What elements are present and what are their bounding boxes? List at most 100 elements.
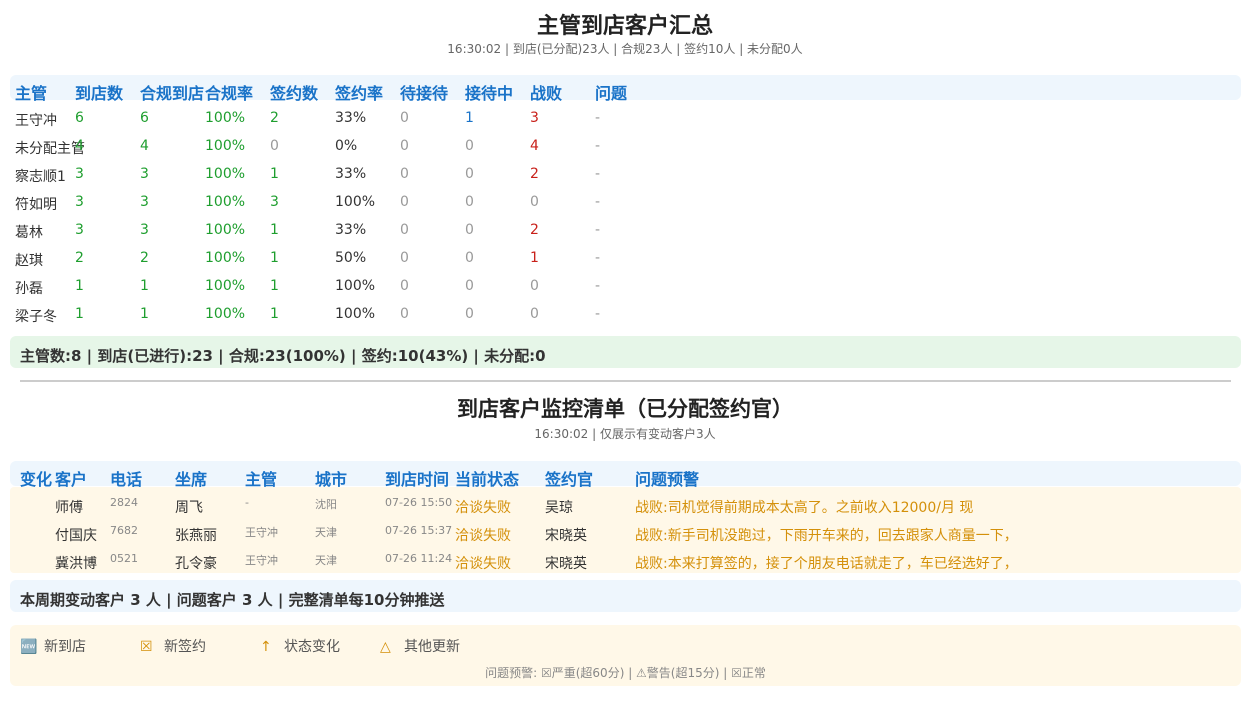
cell-agent: 孔令豪 bbox=[175, 556, 217, 572]
cell-arrivals: 3 bbox=[75, 166, 84, 182]
summary-table-header: 主管 到店数 合规到店 合规率 签约数 签约率 待接待 接待中 战败 问题 bbox=[10, 75, 1241, 103]
table-row[interactable]: 冀洪博 0521 孔令豪 王守冲 天津 07-26 11:24 洽谈失败 宋晓英 战败:本来打算… bbox=[10, 546, 1241, 574]
cell-status: 洽谈失败 bbox=[455, 500, 511, 516]
cell-sign-officer: 吴琼 bbox=[545, 500, 573, 516]
cell-compliance-rate: 100% bbox=[205, 166, 246, 182]
cell-compliant: 3 bbox=[140, 194, 149, 210]
cell-arrivals: 2 bbox=[75, 250, 84, 266]
monitor-footer: 本周期变动客户 3 人 | 问题客户 3 人 | 完整清单每10分钟推送 bbox=[20, 591, 445, 609]
cell-sign-rate: 33% bbox=[335, 110, 367, 126]
table-row[interactable]: 孙磊 1 1 100% 1 100% 0 0 0 - bbox=[10, 272, 1241, 300]
cell-compliance-rate: 100% bbox=[205, 222, 246, 238]
cell-arrivals: 3 bbox=[75, 194, 84, 210]
cell-lost: 0 bbox=[530, 194, 539, 210]
cell-phone: 7682 bbox=[110, 524, 138, 537]
table-row[interactable]: 葛林 3 3 100% 1 33% 0 0 2 - bbox=[10, 216, 1241, 244]
cell-compliance-rate: 100% bbox=[205, 194, 246, 210]
section-divider bbox=[20, 380, 1231, 382]
col-header-supervisor[interactable]: 主管 bbox=[15, 80, 47, 104]
cell-sign-rate: 50% bbox=[335, 250, 367, 266]
cell-issues: - bbox=[595, 278, 601, 294]
table-row[interactable]: 王守冲 6 6 100% 2 33% 0 1 3 - bbox=[10, 104, 1241, 132]
cell-arrivals: 3 bbox=[75, 222, 84, 238]
cell-lost: 1 bbox=[530, 250, 539, 266]
cell-waiting: 0 bbox=[400, 194, 409, 210]
cell-customer: 付国庆 bbox=[55, 528, 97, 544]
cell-issues: - bbox=[595, 250, 601, 266]
cell-supervisor: - bbox=[245, 496, 249, 509]
cell-waiting: 0 bbox=[400, 110, 409, 126]
monitor-subtitle: 16:30:02 | 仅展示有变动客户3人 bbox=[534, 427, 716, 441]
table-row[interactable]: 梁子冬 1 1 100% 1 100% 0 0 0 - bbox=[10, 300, 1241, 328]
table-row[interactable]: 付国庆 7682 张燕丽 王守冲 天津 07-26 15:37 洽谈失败 宋晓英 战败:新手司机… bbox=[10, 518, 1241, 546]
cell-waiting: 0 bbox=[400, 278, 409, 294]
legend-label: 新签约 bbox=[164, 639, 206, 655]
cell-lost: 2 bbox=[530, 222, 539, 238]
cell-supervisor: 符如明 bbox=[15, 197, 57, 213]
legend-label: 状态变化 bbox=[284, 639, 340, 655]
cell-issues: - bbox=[595, 138, 601, 154]
cell-lost: 0 bbox=[530, 306, 539, 322]
col-header-lost[interactable]: 战败 bbox=[530, 80, 562, 104]
col-header-signed[interactable]: 签约数 bbox=[270, 80, 318, 104]
cell-lost: 3 bbox=[530, 110, 539, 126]
cell-signed: 0 bbox=[270, 138, 279, 154]
cell-issues: - bbox=[595, 222, 601, 238]
cell-compliance-rate: 100% bbox=[205, 250, 246, 266]
cell-in-service: 0 bbox=[465, 278, 474, 294]
cell-issues: - bbox=[595, 166, 601, 182]
cell-compliant: 6 bbox=[140, 110, 149, 126]
cell-status: 洽谈失败 bbox=[455, 528, 511, 544]
cell-lost: 4 bbox=[530, 138, 539, 154]
cell-in-service: 0 bbox=[465, 222, 474, 238]
cell-compliance-rate: 100% bbox=[205, 110, 246, 126]
cell-signed: 1 bbox=[270, 278, 279, 294]
cell-compliance-rate: 100% bbox=[205, 306, 246, 322]
cell-arrivals: 1 bbox=[75, 306, 84, 322]
cell-sign-rate: 33% bbox=[335, 166, 367, 182]
table-row[interactable]: 师傅 2824 周飞 - 沈阳 07-26 15:50 洽谈失败 吴琼 战败:司机觉得前期成本太… bbox=[10, 490, 1241, 518]
cell-waiting: 0 bbox=[400, 166, 409, 182]
cell-waiting: 0 bbox=[400, 138, 409, 154]
col-header-arrivals[interactable]: 到店数 bbox=[75, 80, 123, 104]
monitor-title: 到店客户监控清单（已分配签约官） bbox=[457, 397, 793, 421]
cell-arrival-time: 07-26 15:37 bbox=[385, 524, 453, 537]
cell-signed: 1 bbox=[270, 222, 279, 238]
cell-compliant: 3 bbox=[140, 166, 149, 182]
cell-in-service: 0 bbox=[465, 194, 474, 210]
cell-supervisor: 赵琪 bbox=[15, 253, 43, 269]
table-row[interactable]: 符如明 3 3 100% 3 100% 0 0 0 - bbox=[10, 188, 1241, 216]
cell-supervisor: 王守冲 bbox=[245, 526, 278, 539]
table-row[interactable]: 察志顺1 3 3 100% 1 33% 0 0 2 - bbox=[10, 160, 1241, 188]
table-row[interactable]: 未分配主管 4 4 100% 0 0% 0 0 4- bbox=[10, 132, 1241, 160]
summary-subtitle: 16:30:02 | 到店(已分配)23人 | 合规23人 | 签约10人 | … bbox=[447, 42, 803, 56]
cell-lost: 2 bbox=[530, 166, 539, 182]
col-header-issues[interactable]: 问题 bbox=[595, 80, 627, 104]
cell-sign-officer: 宋晓英 bbox=[545, 556, 587, 572]
cell-compliant: 2 bbox=[140, 250, 149, 266]
legend-warning-note: 问题预警: ☒严重(超60分) | ⚠警告(超15分) | ☒正常 bbox=[485, 666, 766, 680]
col-header-compliance-rate[interactable]: 合规率 bbox=[205, 80, 253, 104]
cell-customer: 师傅 bbox=[55, 500, 83, 516]
cell-status: 洽谈失败 bbox=[455, 556, 511, 572]
summary-totals-bar: 主管数:8 | 到店(已进行):23 | 合规:23(100%) | 签约:10… bbox=[10, 336, 1241, 368]
col-header-waiting[interactable]: 待接待 bbox=[400, 80, 448, 104]
cell-issues: - bbox=[595, 194, 601, 210]
cell-signed: 2 bbox=[270, 110, 279, 126]
triangle-icon: △ bbox=[380, 639, 391, 655]
col-header-in-service[interactable]: 接待中 bbox=[465, 80, 513, 104]
col-header-sign-rate[interactable]: 签约率 bbox=[335, 80, 383, 104]
cell-compliant: 1 bbox=[140, 278, 149, 294]
cell-sign-rate: 100% bbox=[335, 306, 376, 322]
monitor-table-header: 变化 客户 电话 坐席 主管 城市 到店时间 当前状态 签约官 问题预警 bbox=[10, 461, 1241, 489]
cell-compliant: 3 bbox=[140, 222, 149, 238]
cell-arrivals: 6 bbox=[75, 110, 84, 126]
cell-signed: 3 bbox=[270, 194, 279, 210]
cell-compliance-rate: 100% bbox=[205, 278, 246, 294]
cell-issues: - bbox=[595, 306, 601, 322]
col-header-compliant[interactable]: 合规到店 bbox=[140, 80, 204, 104]
cell-compliant: 1 bbox=[140, 306, 149, 322]
cell-in-service: 1 bbox=[465, 110, 474, 126]
new-icon: 🆕 bbox=[20, 639, 38, 655]
table-row[interactable]: 赵琪 2 2 100% 1 50% 0 0 1 - bbox=[10, 244, 1241, 272]
